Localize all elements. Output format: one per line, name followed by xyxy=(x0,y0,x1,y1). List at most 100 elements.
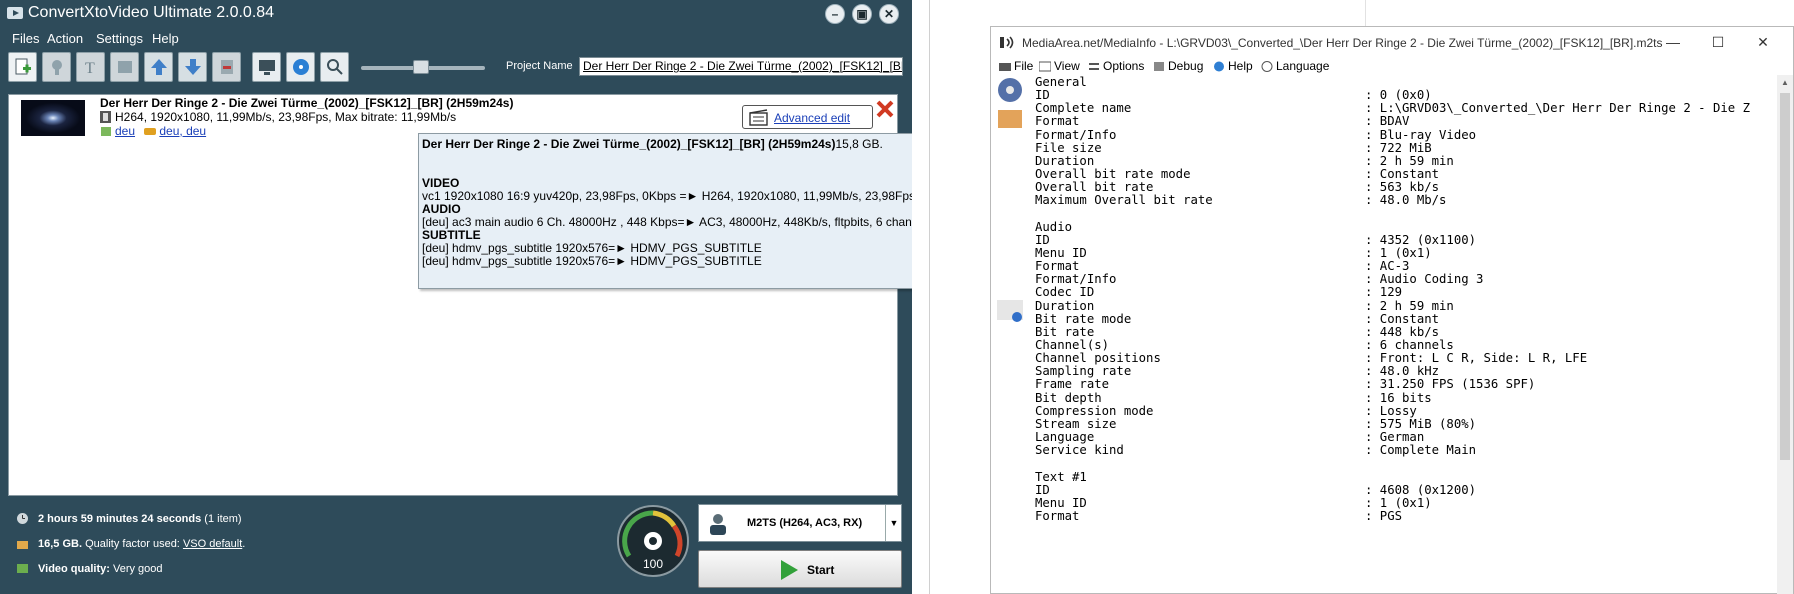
text-icon: T xyxy=(85,60,95,77)
subtitle-language-link[interactable]: deu, deu xyxy=(159,124,206,138)
add-file-icon xyxy=(15,58,31,75)
remove-item-icon[interactable] xyxy=(875,99,895,119)
item-count: (1 item) xyxy=(204,513,242,525)
report-key: Service kind xyxy=(1035,443,1124,458)
report-value: : L:\GRVD03\_Converted_\Der Herr Der Rin… xyxy=(1365,101,1750,116)
close-button[interactable]: ✕ xyxy=(879,4,899,24)
magnifier-icon xyxy=(327,59,343,75)
mediainfo-title-bar: MediaArea.net/MediaInfo - L:\GRVD03\_Con… xyxy=(991,27,1793,57)
background-window xyxy=(990,0,1794,26)
edit-subtitle-button[interactable]: T xyxy=(76,52,105,82)
minimize-button[interactable]: – xyxy=(825,4,845,24)
toolbar: T Project Name Der Herr Der Ringe 2 - Di… xyxy=(6,52,906,86)
maximize-button[interactable]: ▣ xyxy=(852,4,872,24)
project-name-input[interactable]: Der Herr Der Ringe 2 - Die Zwei Türme_(2… xyxy=(579,57,903,76)
menu-bar: Files Action Settings Help xyxy=(0,28,912,50)
advanced-edit-button[interactable]: Advanced edit xyxy=(742,105,873,129)
mi-menu-options[interactable]: Options xyxy=(1088,59,1144,73)
mi-menu-help[interactable]: Help xyxy=(1213,59,1253,73)
quality-factor-link[interactable]: VSO default xyxy=(183,538,242,550)
quality-factor-label: Quality factor used: xyxy=(85,538,180,550)
burn-button[interactable] xyxy=(286,52,315,82)
quality-factor-end: . xyxy=(242,538,246,550)
item-audio-subtitle: deu deu, deu xyxy=(100,124,206,138)
output-format-select[interactable]: M2TS (H264, AC3, RX) ▼ xyxy=(698,504,902,542)
mi-menu-view[interactable]: View xyxy=(1039,59,1080,73)
item-video-text: H264, 1920x1080, 11,99Mb/s, 23,98Fps, Ma… xyxy=(115,110,457,124)
mi-menu-options-label: Options xyxy=(1103,59,1145,73)
menu-settings[interactable]: Settings xyxy=(96,31,143,46)
mediainfo-scrollbar[interactable]: ▲ xyxy=(1777,75,1793,594)
disc-icon xyxy=(293,59,309,75)
tooltip-title-line: Der Herr Der Ringe 2 - Die Zwei Türme_(2… xyxy=(422,137,883,151)
play-icon xyxy=(781,560,798,580)
video-quality-icon xyxy=(17,564,28,573)
zoom-slider-thumb[interactable] xyxy=(413,60,429,74)
advanced-edit-label: Advanced edit xyxy=(774,111,851,125)
divider-line xyxy=(929,0,930,594)
mi-menu-file-label: File xyxy=(1014,59,1034,73)
gauge-value: 100 xyxy=(643,557,663,571)
start-label: Start xyxy=(807,563,835,577)
menu-action[interactable]: Action xyxy=(47,31,83,46)
monitor-icon xyxy=(259,60,275,75)
size-value: 16,5 GB. xyxy=(38,538,83,550)
mediainfo-sidebar xyxy=(993,75,1029,594)
remove-button[interactable] xyxy=(212,52,241,82)
desktop-background xyxy=(912,0,990,594)
minimize-icon: – xyxy=(831,7,839,21)
scroll-up-icon[interactable]: ▲ xyxy=(1777,75,1793,91)
title-bar: ConvertXtoVideo Ultimate 2.0.0.84 – ▣ ✕ xyxy=(0,0,912,28)
search-button[interactable] xyxy=(320,52,349,82)
tooltip-title: Der Herr Der Ringe 2 - Die Zwei Türme_(2… xyxy=(422,137,836,151)
menu-files[interactable]: Files xyxy=(12,31,39,46)
menu-help[interactable]: Help xyxy=(152,31,179,46)
folder-icon xyxy=(999,63,1011,71)
remove-icon xyxy=(221,60,233,74)
item-title: Der Herr Der Ringe 2 - Die Zwei Türme_(2… xyxy=(100,96,514,110)
mi-menu-language[interactable]: Language xyxy=(1261,59,1329,73)
language-icon xyxy=(1261,61,1273,72)
debug-icon xyxy=(1154,62,1164,71)
tooltip-subtitle-header: SUBTITLE xyxy=(422,228,481,242)
tooltip-subtitle-line-2: [deu] hdmv_pgs_subtitle 1920x576=► HDMV_… xyxy=(422,254,762,268)
profile-icon xyxy=(710,514,726,535)
video-stream-icon xyxy=(998,110,1022,128)
move-down-button[interactable] xyxy=(178,52,207,82)
report-value: : Complete Main xyxy=(1365,443,1477,458)
scale-icon xyxy=(17,541,28,549)
mi-menu-view-label: View xyxy=(1054,59,1080,73)
mediainfo-menu-bar: File View Options Debug Help Language xyxy=(991,57,1793,75)
svg-text:T: T xyxy=(85,60,95,77)
report-value: : 48.0 Mb/s xyxy=(1365,193,1447,208)
report-key: Format xyxy=(1035,508,1080,523)
mi-menu-debug[interactable]: Debug xyxy=(1153,59,1203,73)
tooltip-video-header: VIDEO xyxy=(422,176,460,190)
mediainfo-report[interactable]: General ID: 0 (0x0) Complete name: L:\GRVD… xyxy=(1035,75,1777,594)
edit-audio-button[interactable] xyxy=(42,52,71,82)
mediainfo-close-icon[interactable]: ✕ xyxy=(1751,33,1775,51)
move-up-button[interactable] xyxy=(144,52,173,82)
video-quality-label: Video quality: xyxy=(38,563,110,575)
chevron-down-icon[interactable]: ▼ xyxy=(885,505,902,541)
mi-menu-file[interactable]: File xyxy=(999,59,1033,73)
start-button[interactable]: Start xyxy=(698,550,902,588)
app-icon xyxy=(7,7,23,19)
mi-menu-language-label: Language xyxy=(1276,59,1330,73)
mediainfo-minimize-icon[interactable]: — xyxy=(1661,33,1685,51)
preview-button[interactable] xyxy=(252,52,281,82)
subtitle-icon xyxy=(144,128,157,135)
tooltip-audio-line: [deu] ac3 main audio 6 Ch. 48000Hz , 448… xyxy=(422,215,934,229)
tooltip-subtitle-line-1: [deu] hdmv_pgs_subtitle 1920x576=► HDMV_… xyxy=(422,241,762,255)
edit-video-button[interactable] xyxy=(110,52,139,82)
video-quality-value: Very good xyxy=(112,563,163,575)
scrollbar-thumb[interactable] xyxy=(1780,93,1790,460)
mediainfo-window: MediaArea.net/MediaInfo - L:\GRVD03\_Con… xyxy=(990,26,1794,594)
convertxtovideo-window: ConvertXtoVideo Ultimate 2.0.0.84 – ▣ ✕ … xyxy=(0,0,1058,594)
audio-language-link[interactable]: deu xyxy=(115,124,135,138)
arrow-down-icon xyxy=(185,59,201,75)
add-files-button[interactable] xyxy=(8,52,37,82)
mediainfo-maximize-icon[interactable]: ☐ xyxy=(1706,33,1730,51)
mi-menu-debug-label: Debug xyxy=(1168,59,1204,73)
audio-stream-icon xyxy=(997,300,1023,322)
